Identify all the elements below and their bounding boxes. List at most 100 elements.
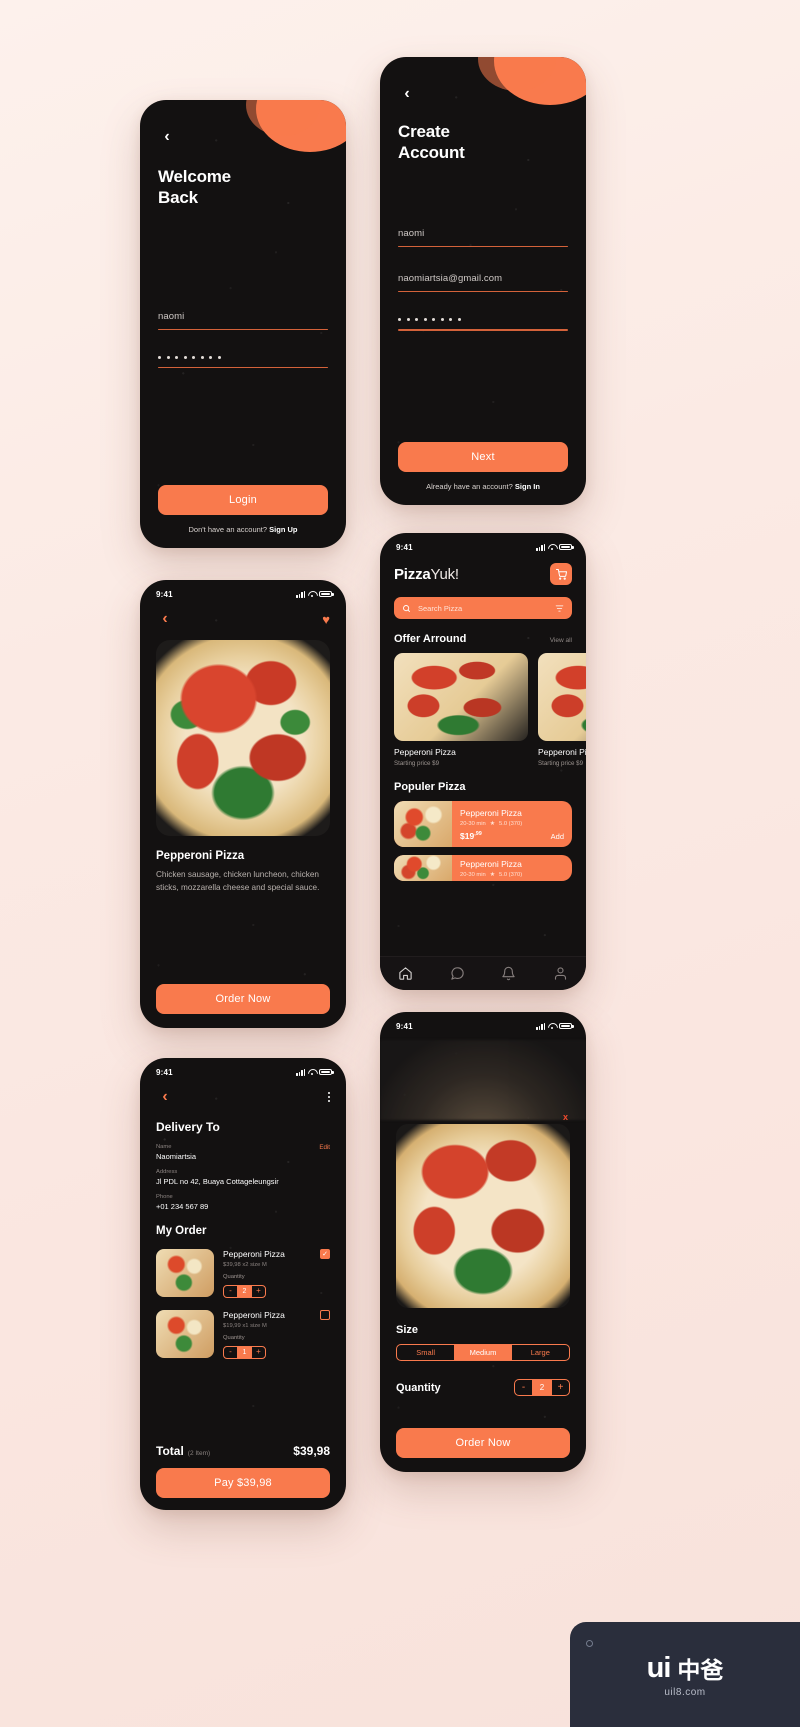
- edit-button[interactable]: Edit: [319, 1144, 330, 1151]
- size-selector[interactable]: Small Medium Large: [396, 1344, 570, 1361]
- search-input[interactable]: Search Pizza: [418, 604, 462, 613]
- back-button[interactable]: ‹: [158, 128, 176, 146]
- quantity-stepper[interactable]: - 2 +: [223, 1284, 266, 1298]
- signin-prompt: Already have an account? Sign In: [398, 482, 568, 491]
- screen-delivery: 9:41 ‹ Delivery To Name Naomiartsia Edit: [140, 1058, 346, 1510]
- signup-prompt-text: Don't have an account?: [188, 525, 268, 534]
- offer-image: [394, 653, 528, 741]
- view-all-link[interactable]: View all: [550, 637, 572, 644]
- order-now-button[interactable]: Order Now: [396, 1428, 570, 1458]
- signup-link[interactable]: Sign Up: [269, 525, 297, 534]
- name-value: naomi: [398, 227, 425, 239]
- username-field[interactable]: naomi: [158, 311, 328, 330]
- delivery-name-block: Name Naomiartsia: [156, 1144, 196, 1161]
- status-icons: [536, 1022, 574, 1030]
- password-field[interactable]: [158, 355, 328, 369]
- order-item-sub: $39,98 x2 size M: [223, 1262, 267, 1268]
- user-icon[interactable]: [553, 966, 568, 981]
- quantity-decrease-button[interactable]: -: [515, 1382, 532, 1393]
- password-dots: [158, 355, 328, 367]
- quantity-decrease-button[interactable]: -: [224, 1287, 237, 1295]
- search-bar[interactable]: Search Pizza: [394, 597, 572, 619]
- order-item[interactable]: Pepperoni Pizza $39,98 x2 size M Quantit…: [156, 1249, 330, 1298]
- field-underline: [158, 328, 328, 330]
- total-label-text: Total: [156, 1444, 184, 1458]
- brand-bold: Pizza: [394, 565, 431, 583]
- quantity-stepper[interactable]: - 1 +: [223, 1345, 266, 1359]
- add-to-cart-button[interactable]: Add: [551, 832, 564, 841]
- screen-signup: ‹ Create Account naomi naomiartsia@gmail…: [380, 57, 586, 505]
- offer-name: Pepperoni Pizza: [538, 747, 586, 757]
- login-button[interactable]: Login: [158, 485, 328, 515]
- signup-title-line1: Create: [398, 122, 450, 141]
- status-time: 9:41: [156, 589, 173, 599]
- password-field[interactable]: [398, 318, 568, 331]
- watermark-logo-row: ui 中爸: [647, 1651, 724, 1685]
- order-item-checkbox[interactable]: [320, 1249, 330, 1259]
- wifi-icon: [548, 544, 556, 550]
- popular-price-main: $19: [460, 830, 475, 841]
- popular-list[interactable]: Pepperoni Pizza 20-30 min ★ 5.0 (370) $1…: [380, 801, 586, 881]
- quantity-increase-button[interactable]: +: [252, 1287, 265, 1295]
- order-item[interactable]: Pepperoni Pizza $19,99 x1 size M Quantit…: [156, 1310, 330, 1359]
- order-item-checkbox[interactable]: [320, 1310, 330, 1320]
- filter-icon[interactable]: [555, 604, 564, 613]
- watermark-url: uil8.com: [664, 1687, 706, 1698]
- quantity-label: Quantity: [223, 1274, 245, 1280]
- back-button[interactable]: ‹: [156, 610, 174, 628]
- page-title: Welcome Back: [158, 166, 328, 209]
- next-button[interactable]: Next: [398, 442, 568, 472]
- favorite-icon[interactable]: ♥: [322, 613, 330, 626]
- signal-icon: [536, 1022, 545, 1030]
- battery-icon: [559, 543, 574, 551]
- field-underline: [398, 329, 568, 331]
- back-button[interactable]: ‹: [398, 85, 416, 103]
- total-label: Total (2 Item): [156, 1444, 210, 1458]
- quantity-decrease-button[interactable]: -: [224, 1348, 237, 1356]
- status-icons: [296, 590, 334, 598]
- chat-icon[interactable]: [450, 966, 465, 981]
- size-label: Size: [396, 1324, 419, 1336]
- popular-rating: 5.0 (370): [498, 871, 523, 878]
- shopping-cart-icon: [555, 568, 567, 580]
- order-now-button[interactable]: Order Now: [156, 984, 330, 1014]
- back-button[interactable]: ‹: [156, 1088, 174, 1106]
- home-icon[interactable]: [398, 966, 413, 981]
- app-brand: PizzaYuk!: [394, 566, 459, 583]
- status-bar: 9:41: [140, 1058, 346, 1080]
- signin-prompt-text: Already have an account?: [426, 482, 513, 491]
- offer-card[interactable]: Pepperoni Pizza Starting price $9: [394, 653, 528, 767]
- quantity-increase-button[interactable]: +: [552, 1382, 569, 1393]
- size-option-medium[interactable]: Medium: [454, 1345, 512, 1360]
- product-image: [156, 640, 330, 836]
- name-field[interactable]: naomi: [398, 228, 568, 247]
- size-option-small[interactable]: Small: [397, 1345, 454, 1360]
- popular-card[interactable]: Pepperoni Pizza 20-30 min ★ 5.0 (370): [394, 855, 572, 881]
- status-bar: 9:41: [380, 1012, 586, 1034]
- popular-card[interactable]: Pepperoni Pizza 20-30 min ★ 5.0 (370) $1…: [394, 801, 572, 847]
- signal-icon: [296, 590, 305, 598]
- status-bar: 9:41: [140, 580, 346, 602]
- total-value: $39,98: [293, 1444, 330, 1458]
- quantity-stepper[interactable]: - 2 +: [514, 1379, 570, 1396]
- close-button[interactable]: x: [563, 1112, 568, 1122]
- wifi-icon: [548, 1023, 556, 1029]
- field-underline: [398, 245, 568, 247]
- bottom-tab-bar[interactable]: [380, 956, 586, 990]
- signup-title-line2: Account: [398, 143, 465, 163]
- offer-list[interactable]: Pepperoni Pizza Starting price $9 Pepper…: [380, 653, 586, 767]
- watermark-ui-text: ui: [646, 1651, 672, 1684]
- cart-button[interactable]: [550, 563, 572, 585]
- more-options-button[interactable]: [328, 1092, 330, 1102]
- popular-name: Pepperoni Pizza: [460, 858, 522, 869]
- pay-button[interactable]: Pay $39,98: [156, 1468, 330, 1498]
- email-field[interactable]: naomiartsia@gmail.com: [398, 273, 568, 293]
- offer-card[interactable]: Pepperoni Pizza Starting price $9: [538, 653, 586, 767]
- star-icon: ★: [489, 820, 495, 827]
- popular-name: Pepperoni Pizza: [460, 807, 522, 818]
- signin-link[interactable]: Sign In: [515, 482, 540, 491]
- bell-icon[interactable]: [501, 966, 516, 981]
- quantity-increase-button[interactable]: +: [252, 1348, 265, 1356]
- order-item-thumbnail: [156, 1249, 214, 1297]
- size-option-large[interactable]: Large: [512, 1345, 569, 1360]
